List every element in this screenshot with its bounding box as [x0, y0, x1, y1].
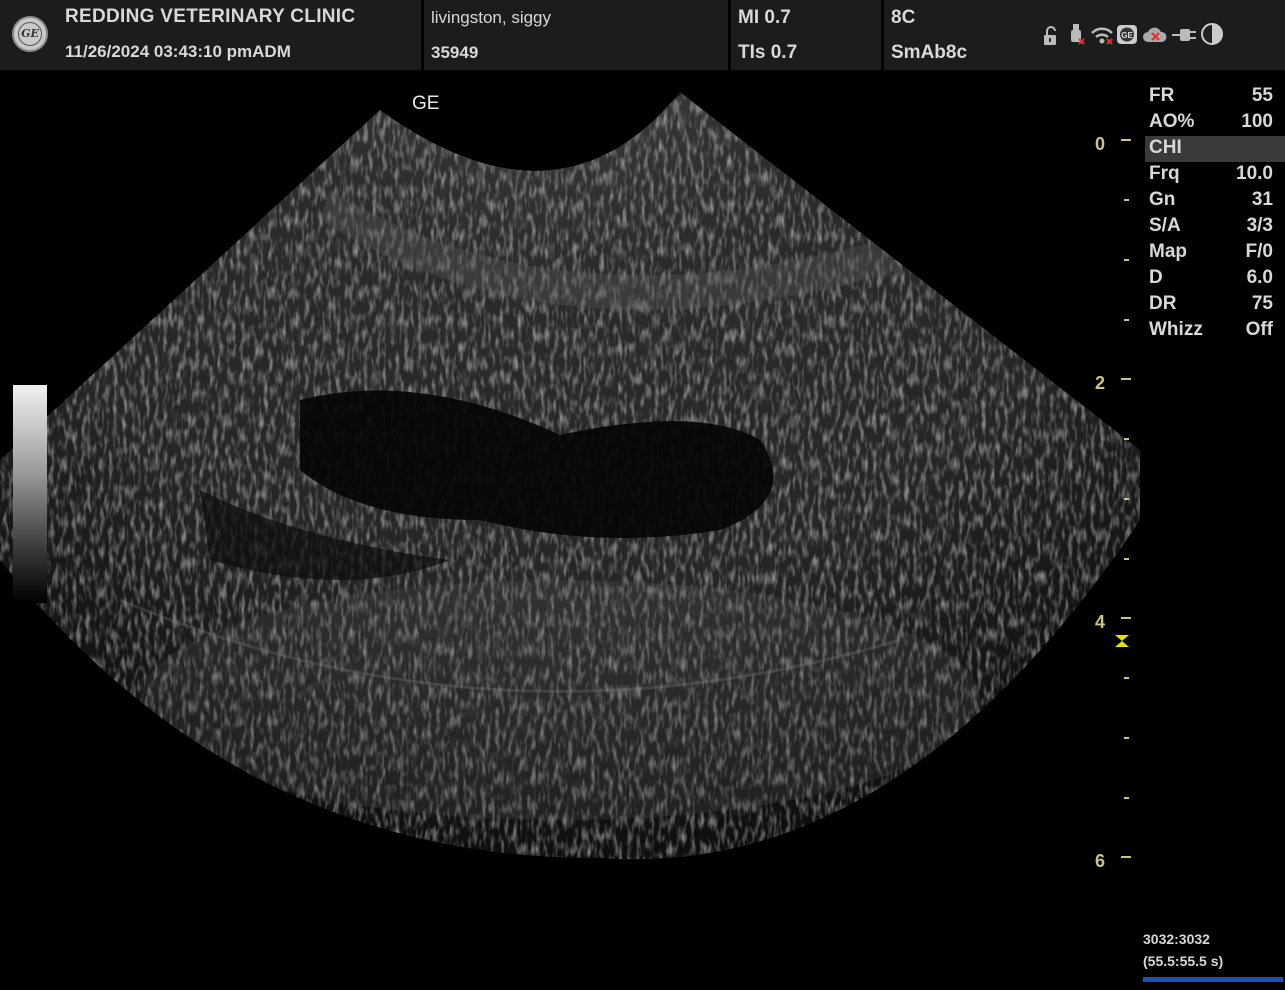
ge-logo-icon: GE [12, 16, 48, 52]
patient-id: 35949 [431, 43, 479, 62]
imaging-parameters: FR 55 AO% 100 CHI Frq 10.0 Gn 31 S/A 3/3 Map F… [1145, 84, 1285, 344]
param-value: Off [1245, 319, 1273, 340]
usb-icon [1071, 24, 1085, 45]
header-bar: GE REDDING VETERINARY CLINIC 11/26/2024 … [0, 0, 1285, 70]
probe-name: 8C [891, 7, 916, 28]
param-label: CHI [1149, 137, 1182, 158]
clinic-name: REDDING VETERINARY CLINIC [65, 6, 356, 27]
depth-tick-minor [1124, 558, 1129, 560]
cloud-error-icon [1143, 27, 1167, 42]
wifi-icon [1091, 27, 1113, 45]
sector-scan [0, 92, 1140, 860]
depth-tick-minor [1124, 199, 1129, 201]
param-gn: Gn 31 [1145, 188, 1285, 214]
depth-label: 2 [1095, 373, 1106, 393]
param-value: 6.0 [1246, 267, 1273, 288]
preset-name: SmAb8c [891, 42, 968, 63]
param-label: Gn [1149, 189, 1176, 210]
param-value: 55 [1251, 85, 1273, 106]
cine-info: 3032:3032 (55.5:55.5 s) [1143, 931, 1223, 969]
ge-logo-text: GE [18, 22, 42, 46]
ultrasound-image [0, 90, 1140, 860]
depth-tick-major [1121, 378, 1131, 380]
param-label: S/A [1149, 215, 1181, 236]
depth-tick-minor [1124, 797, 1129, 799]
contrast-icon [1201, 23, 1223, 45]
depth-label: 6 [1095, 851, 1106, 871]
param-sa: S/A 3/3 [1145, 214, 1285, 240]
param-label: D [1149, 267, 1163, 288]
cine-frame-counter: 3032:3032 [1143, 931, 1210, 947]
depth-tick-minor [1124, 438, 1129, 440]
param-label: Frq [1149, 163, 1180, 184]
param-value: 31 [1251, 189, 1273, 210]
depth-label: 4 [1095, 612, 1106, 632]
depth-tick-major [1121, 617, 1131, 619]
param-value: 100 [1241, 111, 1273, 132]
power-plug-icon [1172, 29, 1196, 41]
depth-tick-minor [1124, 677, 1129, 679]
cine-time: (55.5:55.5 s) [1143, 953, 1224, 969]
param-value: 3/3 [1246, 215, 1273, 236]
param-map: Map F/0 [1145, 240, 1285, 266]
param-value: F/0 [1245, 241, 1273, 262]
grayscale-bar [13, 385, 47, 603]
param-dr: DR 75 [1145, 292, 1285, 318]
thermal-index: TIs 0.7 [738, 42, 798, 63]
param-label: Map [1149, 241, 1187, 262]
param-label: Whizz [1149, 319, 1203, 340]
cine-progress-bar[interactable] [1143, 977, 1283, 982]
param-frq: Frq 10.0 [1145, 162, 1285, 188]
depth-label: 0 [1095, 134, 1106, 154]
header-divider [421, 0, 424, 70]
exam-datetime: 11/26/2024 03:43:10 pmADM [65, 42, 291, 61]
depth-tick-minor [1124, 737, 1129, 739]
svg-text:GE: GE [1121, 31, 1133, 40]
ge-network-icon: GE [1117, 25, 1137, 44]
param-ao: AO% 100 [1145, 110, 1285, 136]
param-label: AO% [1149, 111, 1195, 132]
mechanical-index: MI 0.7 [738, 7, 791, 28]
header-divider [728, 0, 731, 70]
param-depth: D 6.0 [1145, 266, 1285, 292]
depth-tick-minor [1124, 498, 1129, 500]
param-value: 75 [1251, 293, 1273, 314]
patient-name: livingston, siggy [431, 8, 552, 27]
focal-zone-marker-icon[interactable] [1114, 634, 1130, 648]
header-divider [881, 0, 884, 70]
param-label: FR [1149, 85, 1175, 106]
orientation-marker: GE [412, 93, 440, 114]
param-value: 10.0 [1236, 163, 1273, 184]
depth-tick-minor [1124, 259, 1129, 261]
depth-tick-minor [1124, 319, 1129, 321]
unlock-icon [1044, 26, 1056, 45]
param-fr: FR 55 [1145, 84, 1285, 110]
param-chi: CHI [1145, 136, 1285, 162]
param-label: DR [1149, 293, 1177, 314]
depth-tick-major [1121, 856, 1131, 858]
param-whizz: Whizz Off [1145, 318, 1285, 344]
depth-tick-major [1121, 139, 1131, 141]
